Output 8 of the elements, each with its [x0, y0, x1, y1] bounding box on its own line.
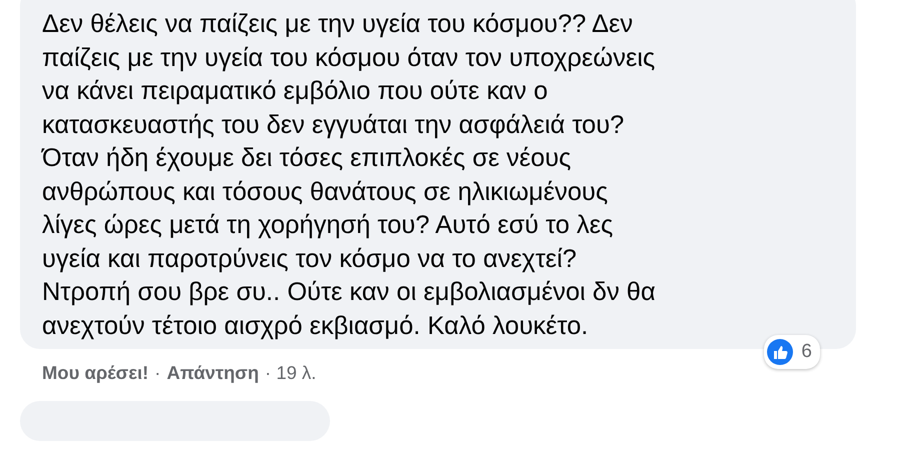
reaction-count: 6: [801, 340, 812, 364]
action-link[interactable]: Μου αρέσει!: [42, 359, 149, 387]
timestamp[interactable]: · 19 λ.: [264, 359, 316, 387]
comment-text: Δεν θέλεις να παίζεις με την υγεία του κόσμου?? Δεν παίζεις με την υγεία του κόσμου όταν τον υποχρεώνεις να κάνει πειραματικό εμβόλιο που ούτε καν ο κατασκευαστής του δεν εγγυάται την ασφάλειά του? Όταν ήδη έχουμε δει τόσες επιπλοκές σε νέους ανθρώπους και τόσους θανάτους σε ηλικιωμένους λίγες ώρες μετά τη χορήγησή του? Αυτό εσύ το λες υγεία και παροτρύνεις τον κόσμο να το ανεχτεί? Ντροπή σου βρε συ.. Ούτε καν οι εμβολιασμένοι δν θα ανεχτούν τέτοιο αισχρό εκβιασμό. Καλό λουκέτο.: [42, 9, 656, 342]
separator-dot: ·: [154, 361, 161, 385]
reaction-badge[interactable]: 6: [764, 334, 820, 369]
like-icon: [767, 338, 794, 365]
action-link[interactable]: Απάντηση: [166, 359, 259, 387]
